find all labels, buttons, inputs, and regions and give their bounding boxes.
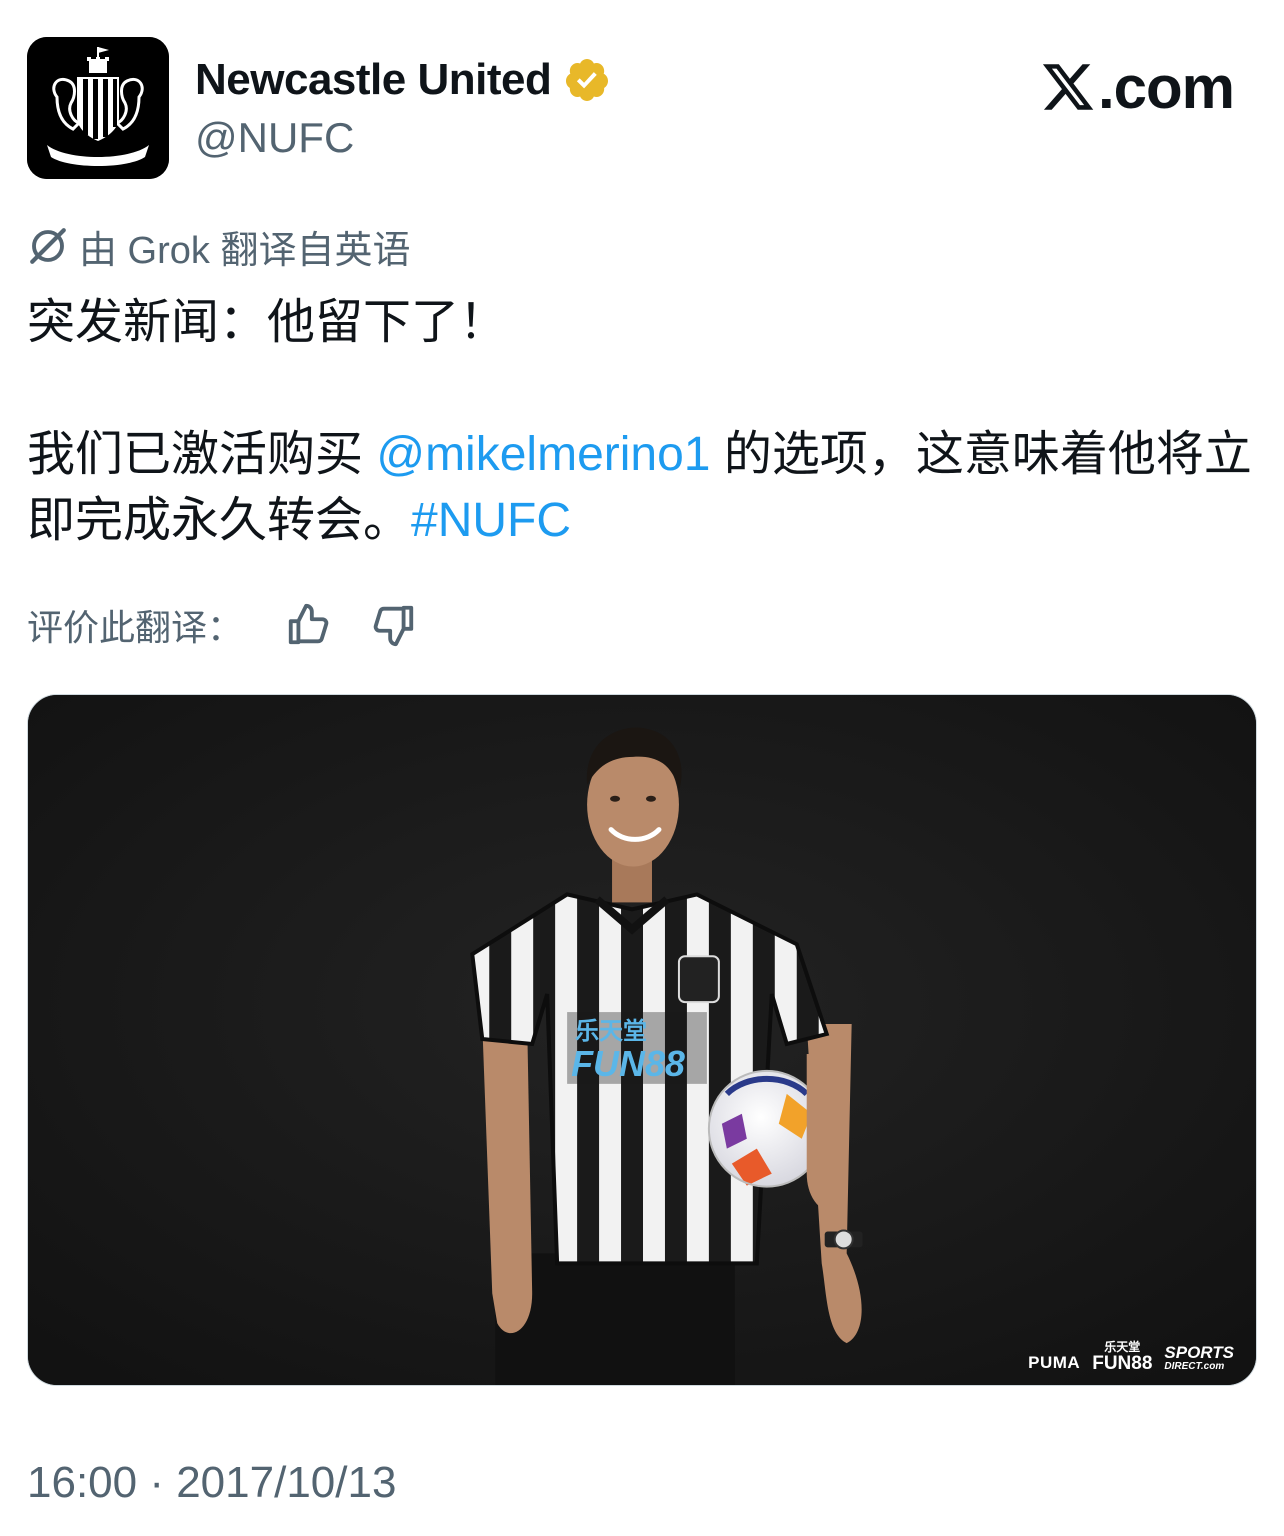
tweet-photo[interactable]: 乐天堂 FUN88 PUMA 乐天堂 FUN88 SPORTS DIRECT.com <box>27 694 1257 1386</box>
sponsor-direct-label: DIRECT.com <box>1164 1361 1225 1372</box>
sponsor-sports-direct: SPORTS DIRECT.com <box>1164 1343 1234 1373</box>
player-photo: 乐天堂 FUN88 <box>28 695 1256 1385</box>
thumbs-down-button[interactable] <box>369 600 419 650</box>
account-name-row: Newcastle United <box>195 50 611 110</box>
site-label: .com <box>1097 53 1235 121</box>
account-avatar[interactable] <box>27 37 169 179</box>
sponsor-fun88-label: FUN88 <box>1092 1353 1153 1374</box>
tweet-paragraph-2: 我们已激活购买 @mikelmerino1 的选项，这意味着他将立即完成永久转会… <box>27 422 1257 554</box>
account-handle[interactable]: @NUFC <box>195 114 354 162</box>
sponsor-sports-label: SPORTS <box>1164 1343 1234 1362</box>
shirt-sponsor-top: 乐天堂 <box>575 1018 647 1045</box>
thumbs-down-icon <box>373 605 414 647</box>
tweet-line-1: 突发新闻：他留下了！ <box>27 296 508 349</box>
thumbs-up-icon <box>288 603 329 645</box>
tweet-text: 突发新闻：他留下了！ 我们已激活购买 @mikelmerino1 的选项，这意味… <box>27 290 1257 554</box>
hashtag-link[interactable]: #NUFC <box>411 494 571 547</box>
tweet-timestamp[interactable]: 16:00 · 2017/10/13 <box>27 1458 396 1508</box>
rate-translation: 评价此翻译： <box>27 598 419 652</box>
grok-icon <box>30 228 66 264</box>
verified-badge-icon <box>566 59 609 101</box>
sponsor-puma: PUMA <box>1028 1353 1081 1372</box>
sponsor-logos: PUMA 乐天堂 FUN88 SPORTS DIRECT.com <box>1028 1340 1234 1373</box>
shirt-sponsor: FUN88 <box>571 1043 685 1084</box>
mention-link[interactable]: @mikelmerino1 <box>376 428 710 481</box>
x-brand: .com <box>1040 53 1235 121</box>
sponsor-fun88: 乐天堂 FUN88 <box>1092 1340 1152 1373</box>
tweet-text-part: 我们已激活购买 <box>27 428 377 481</box>
nufc-crest-icon <box>27 37 169 179</box>
translation-label: 由 Grok 翻译自英语 <box>79 229 411 272</box>
x-logo-icon <box>1042 64 1094 110</box>
thumbs-up-button[interactable] <box>283 600 333 650</box>
account-name[interactable]: Newcastle United <box>195 55 552 105</box>
sponsor-fun88-top: 乐天堂 <box>1104 1340 1141 1354</box>
translation-notice[interactable]: 由 Grok 翻译自英语 <box>27 222 410 272</box>
rate-label: 评价此翻译： <box>27 607 244 648</box>
